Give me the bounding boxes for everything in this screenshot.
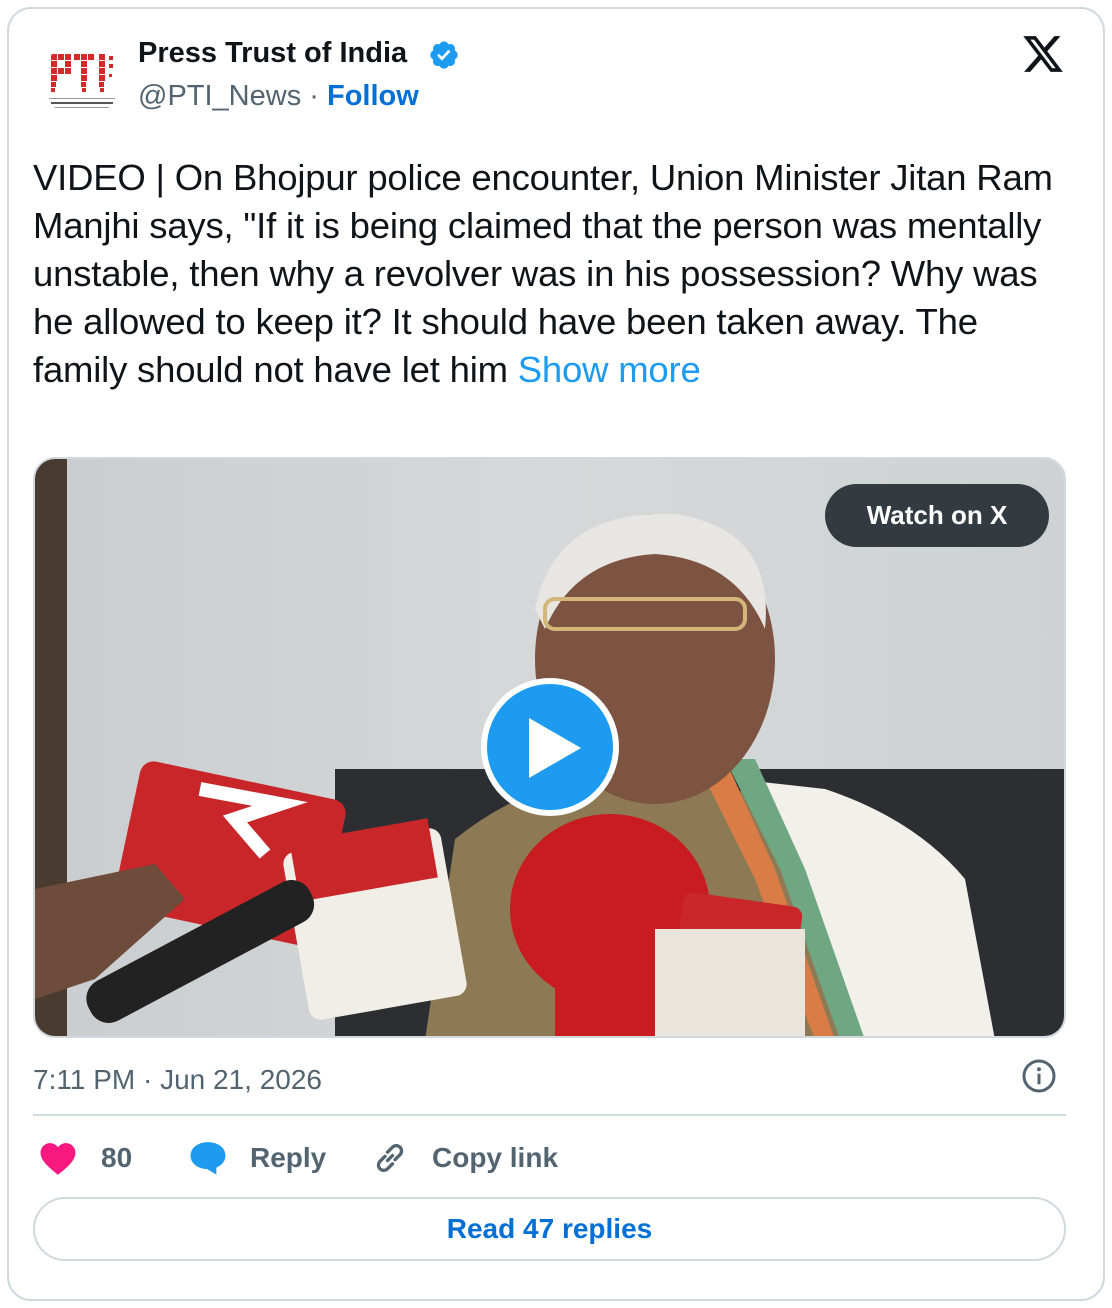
pti-logo: [49, 54, 115, 108]
timestamp[interactable]: 7:11 PM · Jun 21, 2026: [33, 1064, 322, 1096]
reply-bubble-icon: [190, 1142, 226, 1175]
divider: [33, 1114, 1066, 1116]
play-icon: [529, 718, 581, 778]
play-button[interactable]: [481, 678, 619, 816]
handle-row: @PTI_News · Follow: [138, 80, 419, 113]
copy-link-label: Copy link: [432, 1142, 559, 1173]
show-more-link[interactable]: Show more: [518, 349, 701, 390]
tweet-text: VIDEO | On Bhojpur police encounter, Uni…: [33, 154, 1073, 394]
follow-button[interactable]: Follow: [327, 80, 419, 112]
copy-link-button[interactable]: Copy link: [370, 1138, 558, 1178]
watch-on-x-button[interactable]: Watch on X: [825, 484, 1049, 547]
video-player[interactable]: Watch on X: [33, 457, 1066, 1038]
separator: ·: [301, 80, 327, 112]
author-name[interactable]: Press Trust of India: [138, 37, 407, 70]
author-avatar[interactable]: [41, 40, 127, 126]
reply-label: Reply: [250, 1142, 327, 1173]
author-handle[interactable]: @PTI_News: [138, 80, 301, 112]
read-replies-button[interactable]: Read 47 replies: [33, 1197, 1066, 1261]
link-icon: [376, 1144, 404, 1172]
reply-button[interactable]: Reply: [188, 1138, 326, 1178]
x-logo-icon[interactable]: [1020, 32, 1066, 76]
heart-icon: [40, 1143, 76, 1175]
like-button[interactable]: 80: [39, 1138, 132, 1178]
like-count: 80: [101, 1142, 133, 1173]
info-icon[interactable]: [1021, 1058, 1057, 1094]
verified-badge-icon: [430, 41, 458, 69]
